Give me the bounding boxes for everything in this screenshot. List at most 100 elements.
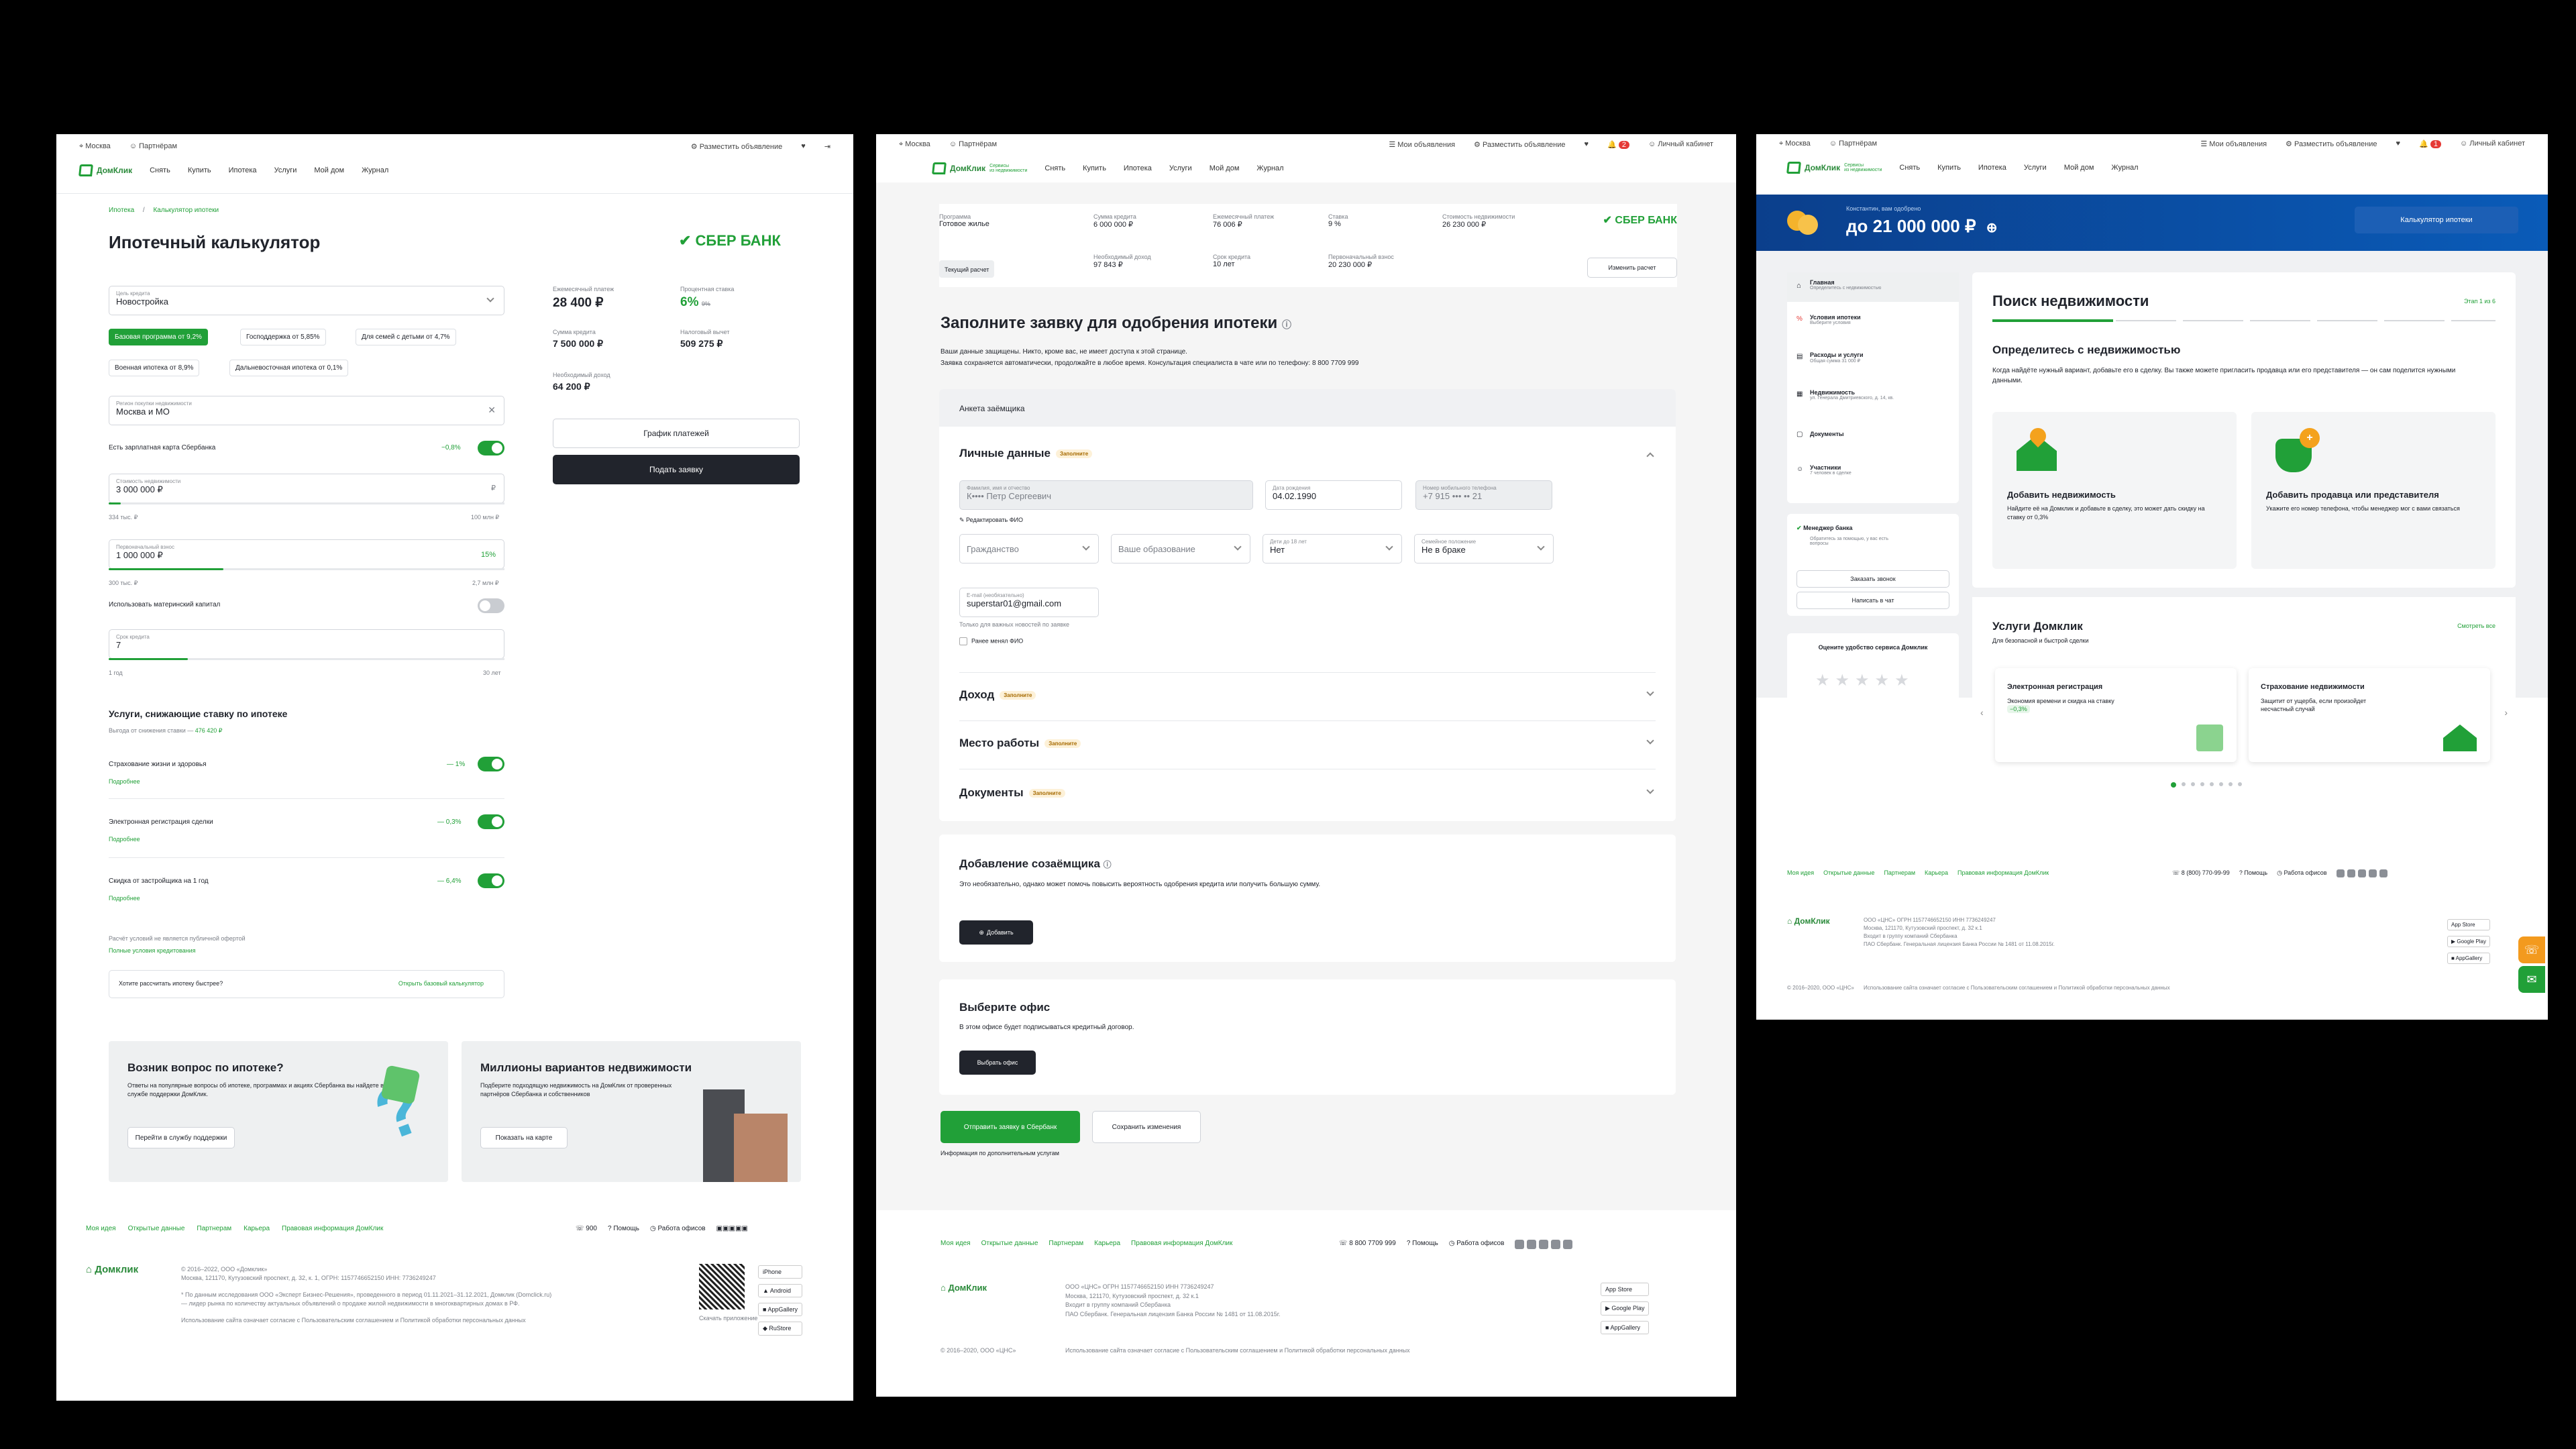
choose-office-button[interactable]: Выбрать офис xyxy=(959,1051,1036,1075)
more-link[interactable]: Подробнее xyxy=(109,895,140,902)
star-icon[interactable]: ★ xyxy=(1835,671,1850,690)
service-toggle[interactable] xyxy=(478,814,504,829)
social-icon[interactable] xyxy=(2336,869,2390,877)
price-input[interactable]: Стоимость недвижимости 3 000 000 ₽ ₽ xyxy=(109,474,504,503)
program-chip[interactable]: Господдержка от 5,85% xyxy=(240,329,326,345)
save-changes-button[interactable]: Сохранить изменения xyxy=(1092,1111,1201,1143)
store-badge[interactable]: App Store xyxy=(2447,919,2490,930)
kids-select[interactable]: Дети до 18 лет Нет xyxy=(1263,534,1402,564)
add-coborrower-button[interactable]: ⊕ Добавить xyxy=(959,920,1033,945)
rating-stars[interactable]: ★ ★ ★ ★ ★ xyxy=(1815,671,1909,690)
education-select[interactable]: Ваше образование xyxy=(1111,534,1250,564)
nav-item[interactable]: Снять xyxy=(1899,164,1920,172)
footer-link[interactable]: Моя идея xyxy=(86,1225,116,1232)
order-call-button[interactable]: Заказать звонок xyxy=(1796,570,1949,588)
star-icon[interactable]: ★ xyxy=(1815,671,1830,690)
full-terms-link[interactable]: Полные условия кредитования xyxy=(109,947,196,954)
store-badge[interactable]: ◆ RuStore xyxy=(758,1322,802,1336)
dot-icon[interactable] xyxy=(2229,782,2233,786)
cabinet-link[interactable]: ☺ Личный кабинет xyxy=(2460,140,2525,148)
program-chip[interactable]: Для семей с детьми от 4,7% xyxy=(356,329,456,345)
partners-link[interactable]: ☺ Партнёрам xyxy=(129,142,177,150)
phone-link[interactable]: ☏ 8 800 7709 999 xyxy=(1339,1240,1396,1249)
dot-icon[interactable] xyxy=(2238,782,2242,786)
program-chip[interactable]: Военная ипотека от 8,9% xyxy=(109,360,200,376)
nav-item[interactable]: Журнал xyxy=(1256,164,1283,172)
footer-link[interactable]: Партнерам xyxy=(1884,869,1915,876)
sidebar-item-conditions[interactable]: % Условия ипотеки Выберите условия xyxy=(1796,314,1861,325)
store-badge[interactable]: ▶ Google Play xyxy=(1601,1301,1650,1316)
apply-button[interactable]: Подать заявку xyxy=(553,455,800,484)
write-chat-button[interactable]: Написать в чат xyxy=(1796,592,1949,609)
post-ad-link[interactable]: ⚙ Разместить объявление xyxy=(691,142,782,151)
city-selector[interactable]: ⌖ Москва xyxy=(79,142,111,151)
service-card[interactable]: Электронная регистрация Экономия времени… xyxy=(1995,668,2237,762)
see-all-link[interactable]: Смотреть все xyxy=(2457,623,2496,629)
chevron-down-icon[interactable] xyxy=(1646,737,1654,745)
marital-select[interactable]: Семейное положение Не в браке xyxy=(1414,534,1554,564)
domclick-logo[interactable]: ДомКлик xyxy=(78,164,132,176)
quick-calc-link[interactable]: Открыть базовый калькулятор xyxy=(398,980,484,987)
carousel-dots[interactable] xyxy=(2171,782,2242,788)
service-toggle[interactable] xyxy=(478,873,504,888)
program-chip[interactable]: Дальневосточная ипотека от 0,1% xyxy=(229,360,349,376)
store-badge[interactable]: ▲ Android xyxy=(758,1284,802,1297)
down-payment-input[interactable]: Первоначальный взнос 1 000 000 ₽ 15% xyxy=(109,539,504,569)
matcap-toggle[interactable] xyxy=(478,598,504,613)
changed-fio-checkbox[interactable]: Ранее менял ФИО xyxy=(959,637,1023,645)
nav-item[interactable]: Услуги xyxy=(274,166,297,174)
service-card[interactable]: Страхование недвижимости Защитит от ущер… xyxy=(2249,668,2490,762)
my-ads-link[interactable]: ☰ Мои объявления xyxy=(1389,140,1455,149)
dot-icon[interactable] xyxy=(2171,782,2176,788)
dot-icon[interactable] xyxy=(2182,782,2186,786)
sidebar-item-expenses[interactable]: ▤ Расходы и услуги Общая сумма 31 000 ₽ xyxy=(1796,352,1864,364)
nav-item[interactable]: Ипотека xyxy=(1124,164,1152,172)
star-icon[interactable]: ★ xyxy=(1855,671,1870,690)
nav-item[interactable]: Купить xyxy=(188,166,211,174)
post-ad-link[interactable]: ⚙ Разместить объявление xyxy=(1474,140,1565,149)
clear-icon[interactable]: ✕ xyxy=(488,405,496,416)
add-property-option[interactable]: Добавить недвижимость Найдите её на Домк… xyxy=(1992,412,2237,569)
dot-icon[interactable] xyxy=(2200,782,2204,786)
dob-field[interactable]: Дата рождения 04.02.1990 xyxy=(1265,480,1402,510)
plus-icon[interactable]: ⊕ xyxy=(1986,221,1998,235)
partners-link[interactable]: ☺ Партнёрам xyxy=(1829,140,1877,148)
help-link[interactable]: ? Помощь xyxy=(1407,1240,1438,1249)
help-link[interactable]: ? Помощь xyxy=(608,1225,639,1232)
footer-link[interactable]: Открытые данные xyxy=(1823,869,1874,876)
offices-link[interactable]: ◷ Работа офисов xyxy=(1449,1240,1505,1249)
nav-item[interactable]: Ипотека xyxy=(1978,164,2006,172)
more-link[interactable]: Подробнее xyxy=(109,836,140,843)
carousel-next-icon[interactable]: › xyxy=(2504,707,2508,718)
phone-link[interactable]: ☏ 900 xyxy=(576,1225,597,1232)
breadcrumb-item[interactable]: Ипотека xyxy=(109,207,134,214)
post-ad-link[interactable]: ⚙ Разместить объявление xyxy=(2286,140,2377,148)
support-button[interactable]: Перейти в службу поддержки xyxy=(127,1127,235,1148)
footer-link[interactable]: Моя идея xyxy=(1787,869,1814,876)
sidebar-item-property[interactable]: ▦ Недвижимость ул. Генерала Дмитриевского,… xyxy=(1796,389,1894,400)
program-chip[interactable]: Базовая программа от 9,2% xyxy=(109,329,208,345)
citizenship-select[interactable]: Гражданство xyxy=(959,534,1099,564)
info-icon[interactable]: ⓘ xyxy=(1104,860,1112,869)
nav-item[interactable]: Мой дом xyxy=(2064,164,2094,172)
sidebar-item-participants[interactable]: ☺ Участники 7 человек в сделке xyxy=(1796,464,1851,476)
nav-item[interactable]: Снять xyxy=(150,166,170,174)
chat-icon[interactable]: ✉ xyxy=(2518,966,2545,993)
breadcrumb-item[interactable]: Калькулятор ипотеки xyxy=(153,207,219,214)
send-application-button[interactable]: Отправить заявку в Сбербанк xyxy=(941,1111,1080,1143)
footer-link[interactable]: Карьера xyxy=(1094,1240,1120,1247)
notifications-icon[interactable]: 🔔 1 xyxy=(2419,140,2441,148)
carousel-prev-icon[interactable]: ‹ xyxy=(1980,707,1984,718)
mortgage-calculator-button[interactable]: Калькулятор ипотеки xyxy=(2355,207,2518,233)
city-selector[interactable]: ⌖ Москва xyxy=(1779,140,1811,148)
term-input[interactable]: Срок кредита 7 xyxy=(109,629,504,659)
edit-fio-link[interactable]: ✎ Редактировать ФИО xyxy=(959,517,1023,524)
nav-item[interactable]: Снять xyxy=(1044,164,1065,172)
nav-item[interactable]: Купить xyxy=(1937,164,1961,172)
add-seller-option[interactable]: + Добавить продавца или представителя Ук… xyxy=(2251,412,2496,569)
chevron-down-icon[interactable] xyxy=(1646,786,1654,794)
store-badge[interactable]: iPhone xyxy=(758,1265,802,1279)
term-slider-track[interactable] xyxy=(109,658,504,660)
footer-link[interactable]: Карьера xyxy=(1925,869,1948,876)
schedule-button[interactable]: График платежей xyxy=(553,419,800,448)
